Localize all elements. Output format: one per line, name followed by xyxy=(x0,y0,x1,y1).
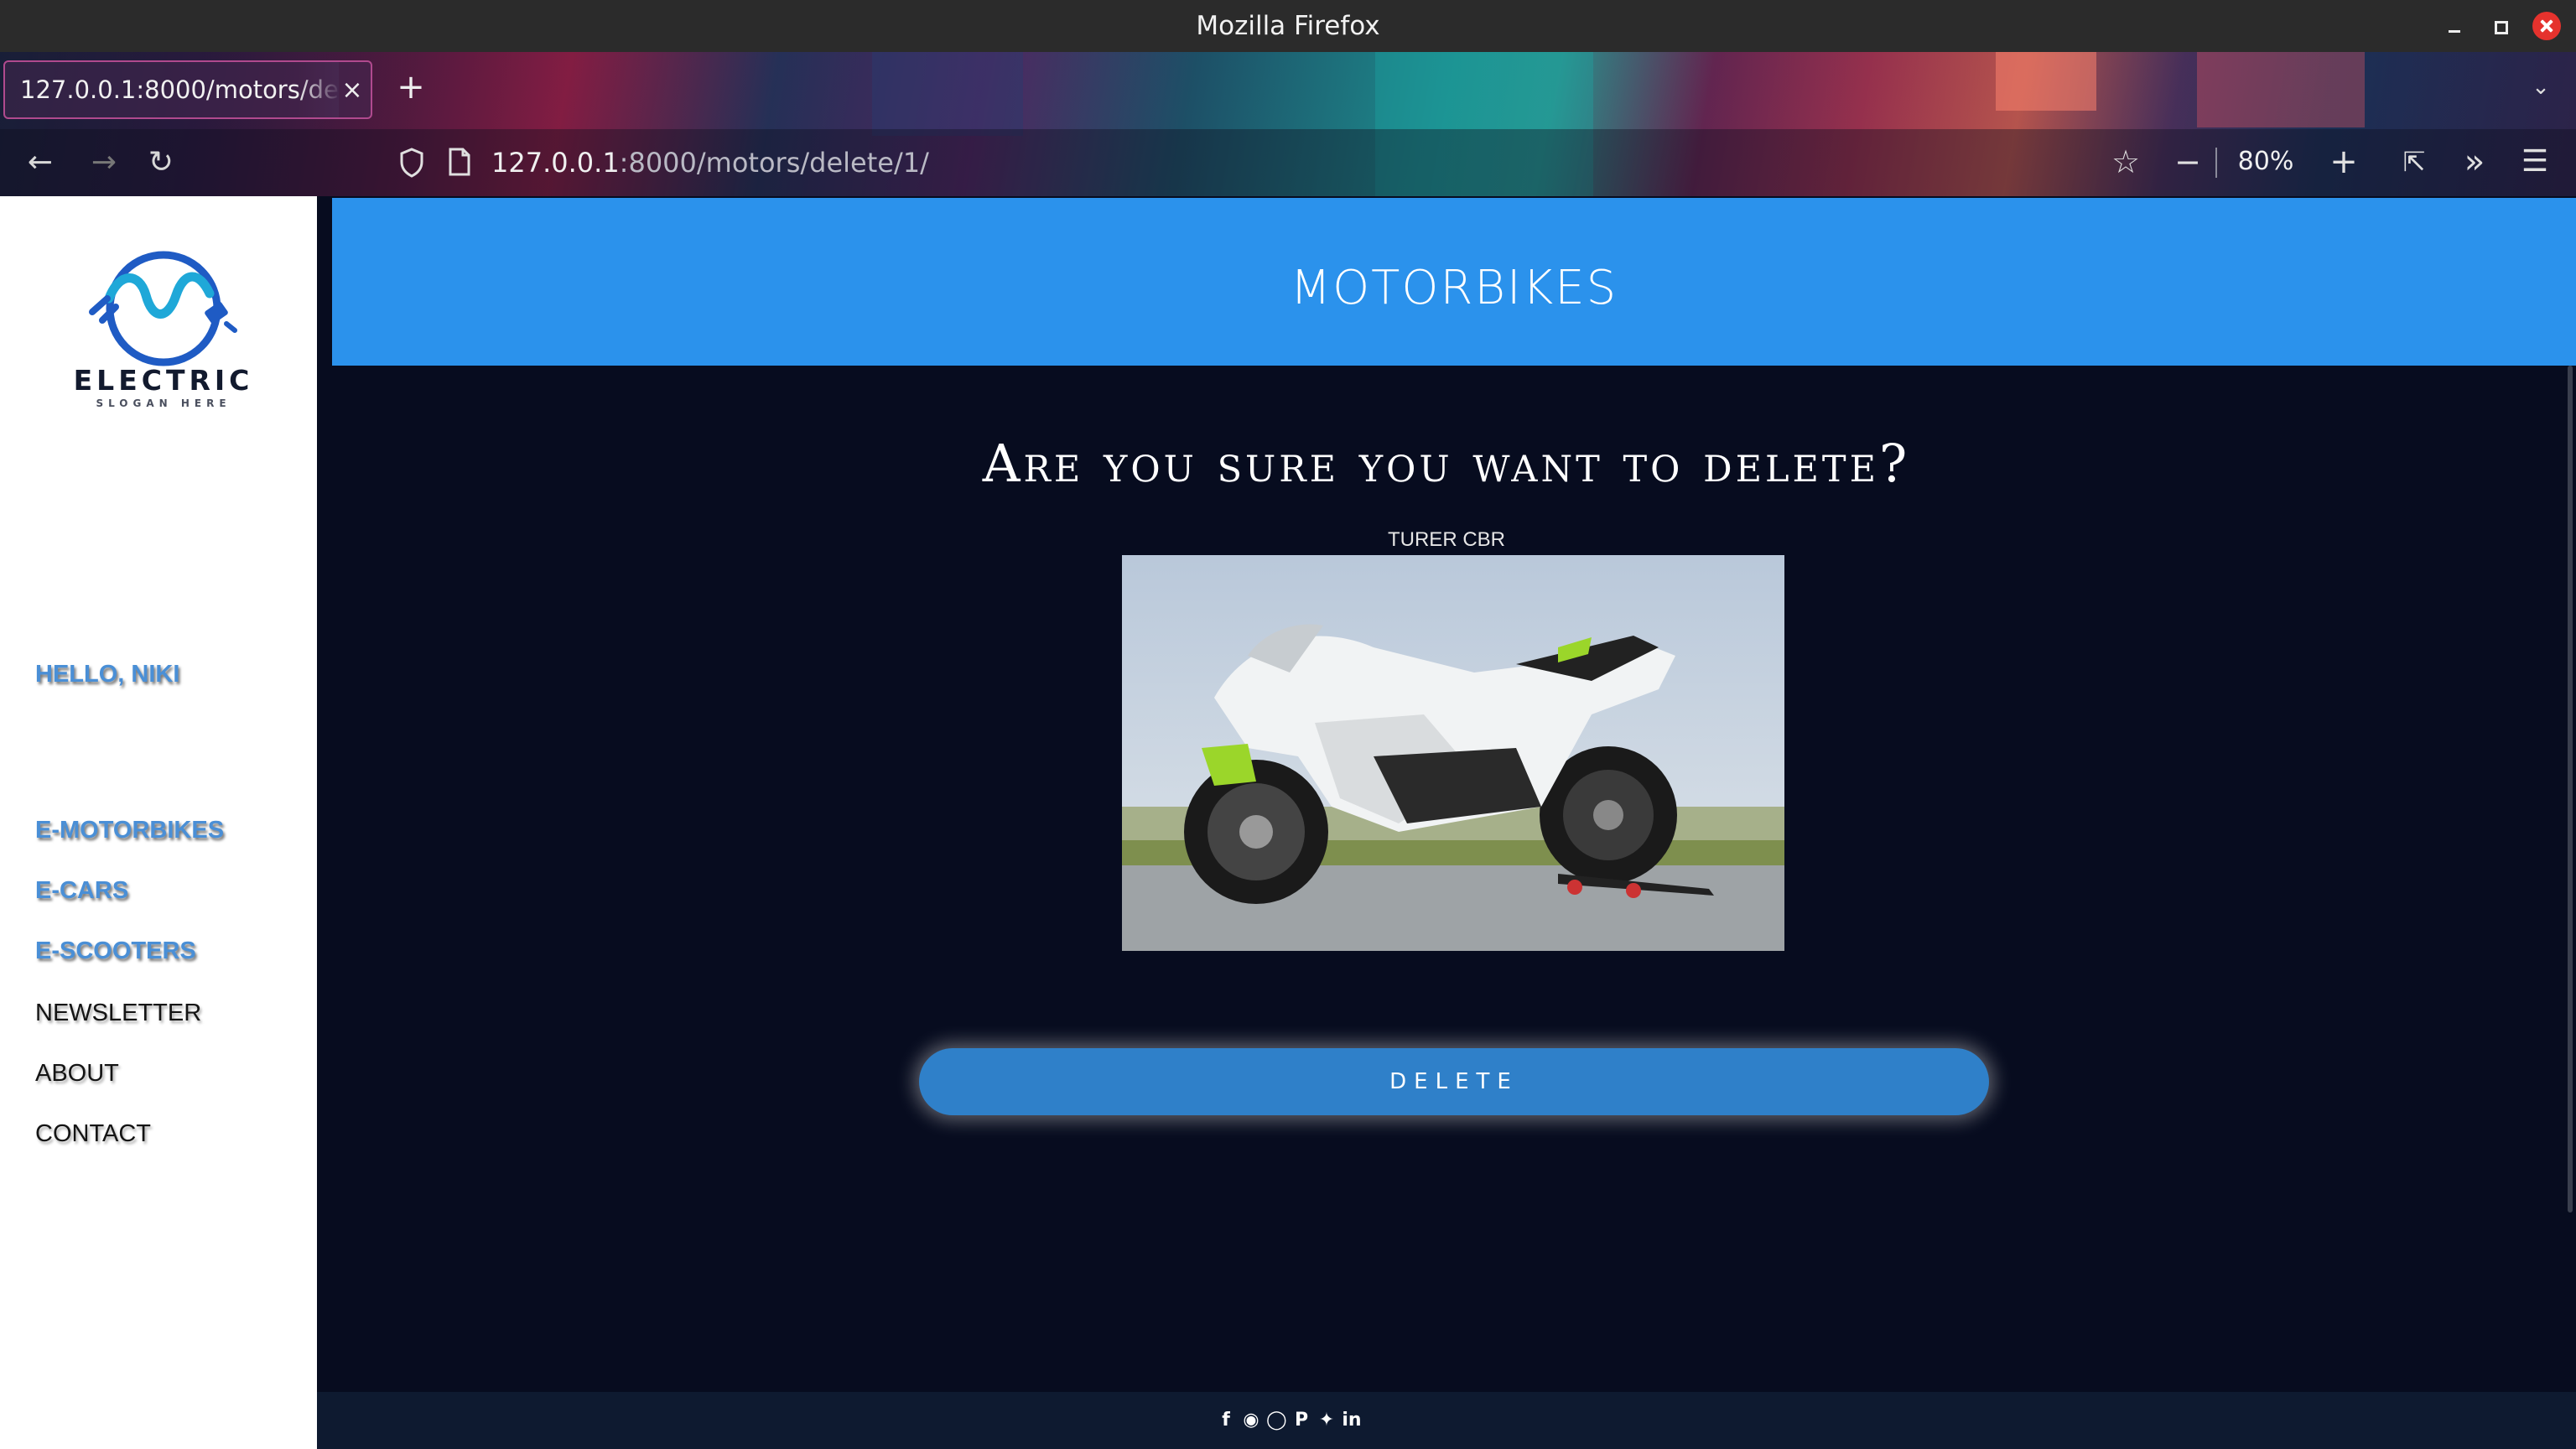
logo-slogan: SLOGAN HERE xyxy=(96,397,231,409)
extensions-icon[interactable]: ⇱ xyxy=(2393,141,2435,183)
nav-link-e-scooters[interactable]: E-SCOOTERS xyxy=(35,934,196,968)
reload-icon[interactable]: ↻ xyxy=(141,143,181,183)
new-tab-button[interactable]: + xyxy=(394,70,428,104)
delete-button[interactable]: DELETE xyxy=(919,1048,1989,1115)
nav-link-contact[interactable]: CONTACT xyxy=(35,1117,151,1150)
tab-list-chevron-icon[interactable]: ⌄ xyxy=(2524,70,2558,104)
nav-link-newsletter[interactable]: NEWSLETTER xyxy=(35,996,201,1030)
linkedin-icon[interactable]: in xyxy=(1342,1410,1362,1431)
tab-close-icon[interactable]: × xyxy=(340,78,364,103)
user-greeting-link[interactable]: HELLO, NIKI xyxy=(35,657,179,691)
header-banner: MOTORBIKES xyxy=(332,198,2576,366)
snapchat-icon[interactable]: ◯ xyxy=(1266,1410,1287,1431)
nav-link-e-motorbikes[interactable]: E-MOTORBIKES xyxy=(35,813,224,847)
window-titlebar: Mozilla Firefox xyxy=(0,0,2576,52)
pinterest-icon[interactable]: P xyxy=(1291,1410,1311,1431)
maximize-icon[interactable] xyxy=(2485,12,2514,40)
forward-arrow-icon[interactable]: → xyxy=(84,143,124,183)
delete-confirmation-heading: Are you sure you want to delete? xyxy=(982,433,1911,494)
shield-icon[interactable] xyxy=(399,148,424,178)
instagram-icon[interactable]: ◉ xyxy=(1241,1410,1261,1431)
url-host: 127.0.0.1 xyxy=(491,147,620,179)
motorbike-photo xyxy=(1122,555,1784,951)
web-page: ELECTRIC SLOGAN HERE HELLO, NIKI E-MOTOR… xyxy=(0,196,2576,1449)
twitter-icon[interactable]: ✦ xyxy=(1317,1410,1337,1431)
url-bar[interactable]: 127.0.0.1:8000/motors/delete/1/ xyxy=(491,138,1833,188)
nav-link-e-cars[interactable]: E-CARS xyxy=(35,874,128,907)
logo-name: ELECTRIC xyxy=(73,364,254,397)
browser-chrome: 127.0.0.1:8000/motors/delete/1/ × + ⌄ ← … xyxy=(0,52,2576,196)
footer: f ◉ ◯ P ✦ in xyxy=(317,1392,2576,1449)
nav-link-about[interactable]: ABOUT xyxy=(35,1057,119,1090)
bookmark-star-icon[interactable]: ☆ xyxy=(2105,141,2147,183)
tab-title: 127.0.0.1:8000/motors/delete/1/ xyxy=(20,62,339,117)
window-title: Mozilla Firefox xyxy=(1196,11,1380,41)
zoom-level[interactable]: 80% xyxy=(2225,141,2306,183)
item-name: TURER CBR xyxy=(1387,528,1505,551)
zoom-out-button[interactable]: − xyxy=(2168,141,2207,183)
zoom-divider xyxy=(2215,148,2217,178)
facebook-icon[interactable]: f xyxy=(1216,1410,1236,1431)
minimize-icon[interactable] xyxy=(2440,12,2469,40)
close-icon[interactable] xyxy=(2532,12,2561,40)
overflow-chevrons-icon[interactable]: » xyxy=(2454,141,2496,183)
zoom-in-button[interactable]: + xyxy=(2324,141,2363,183)
back-arrow-icon[interactable]: ← xyxy=(20,143,60,183)
social-icons: f ◉ ◯ P ✦ in xyxy=(1216,1400,1400,1442)
navigation-toolbar: ← → ↻ 127.0.0.1:8000/motors/delete/1/ ☆ … xyxy=(0,129,2576,196)
tab-strip: 127.0.0.1:8000/motors/delete/1/ × + ⌄ xyxy=(0,52,2576,129)
page-title: MOTORBIKES xyxy=(1290,261,1618,315)
sidebar: ELECTRIC SLOGAN HERE HELLO, NIKI E-MOTOR… xyxy=(0,196,317,1449)
active-tab[interactable]: 127.0.0.1:8000/motors/delete/1/ × xyxy=(3,60,372,119)
url-path: :8000/motors/delete/1/ xyxy=(619,147,929,179)
hamburger-menu-icon[interactable]: ☰ xyxy=(2514,141,2556,183)
page-icon[interactable] xyxy=(448,148,471,176)
